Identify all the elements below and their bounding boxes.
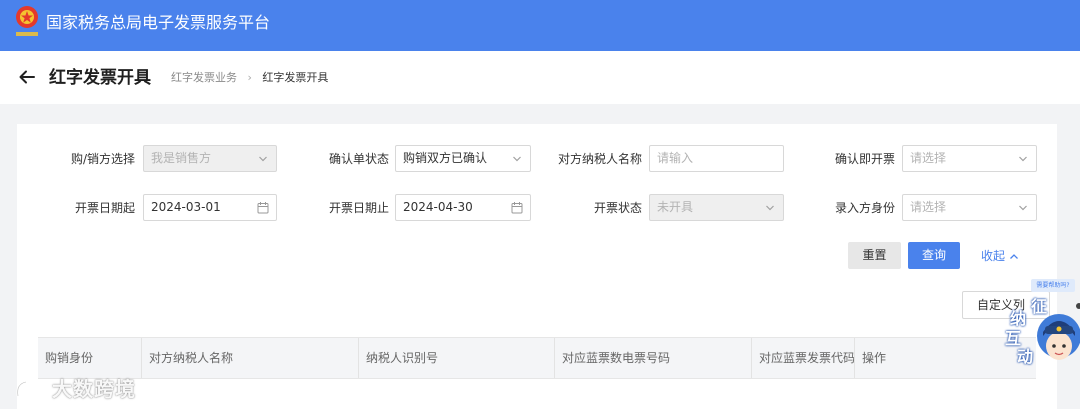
confirm-issue-label: 确认即开票 [834, 152, 895, 166]
tax-emblem-icon [16, 6, 38, 36]
entry-role-select[interactable]: 请选择 [902, 194, 1037, 221]
chevron-down-icon [1019, 156, 1027, 162]
watermark-logo-icon [16, 380, 49, 397]
mascot-char: 动 [1017, 347, 1034, 366]
chevron-down-icon [766, 205, 774, 211]
chevron-down-icon [513, 156, 521, 162]
issue-date-from-input[interactable]: 2024-03-01 [143, 194, 277, 221]
issue-date-to-value: 2024-04-30 [403, 200, 473, 214]
back-arrow-icon[interactable] [18, 68, 36, 86]
buyer-seller-value: 我是销售方 [151, 151, 212, 165]
counterparty-name-input[interactable]: 请输入 [649, 145, 784, 172]
issue-date-to-input[interactable]: 2024-04-30 [395, 194, 531, 221]
app-title: 国家税务总局电子发票服务平台 [46, 13, 271, 32]
chevron-right-icon: › [247, 71, 252, 84]
issue-status-value: 未开具 [657, 200, 694, 214]
issue-date-from-label: 开票日期起 [74, 201, 135, 215]
entry-role-label: 录入方身份 [834, 201, 895, 215]
confirm-issue-placeholder: 请选择 [910, 151, 947, 165]
column-header: 购销身份 [38, 338, 142, 378]
confirm-status-select[interactable]: 购销双方已确认 [395, 145, 531, 172]
watermark-text: 大数跨境 [52, 377, 136, 401]
top-bar: 国家税务总局电子发票服务平台 [0, 0, 1080, 51]
page-header: 红字发票开具 红字发票业务 › 红字发票开具 [0, 51, 1080, 104]
issue-date-to-label: 开票日期止 [328, 201, 389, 215]
mascot-char: 互 [1005, 329, 1022, 348]
table-header: 购销身份 对方纳税人名称 纳税人识别号 对应蓝票数电票号码 对应蓝票发票代码 操… [38, 337, 1036, 379]
mascot-char: 纳 [1010, 309, 1027, 328]
breadcrumb: 红字发票业务 › 红字发票开具 [171, 71, 328, 85]
issue-status-select[interactable]: 未开具 [649, 194, 784, 221]
chevron-down-icon [259, 156, 267, 162]
confirm-status-value: 购销双方已确认 [403, 151, 488, 165]
column-header: 对方纳税人名称 [142, 338, 359, 378]
column-header: 对应蓝票数电票号码 [555, 338, 752, 378]
confirm-status-label: 确认单状态 [328, 152, 389, 166]
buyer-seller-label: 购/销方选择 [70, 152, 135, 166]
mascot-char: 征 [1031, 297, 1048, 316]
column-header: 对应蓝票发票代码 [752, 338, 855, 378]
counterparty-name-placeholder: 请输入 [657, 151, 694, 165]
help-mascot[interactable]: 征 纳 互 动 [1003, 296, 1080, 368]
buyer-seller-select[interactable]: 我是销售方 [143, 145, 277, 172]
page-title: 红字发票开具 [49, 68, 151, 88]
calendar-icon [511, 202, 523, 214]
issue-date-from-value: 2024-03-01 [151, 200, 221, 214]
chevron-up-icon [1010, 253, 1018, 259]
breadcrumb-item[interactable]: 红字发票业务 [171, 71, 237, 84]
chevron-down-icon [1019, 205, 1027, 211]
confirm-issue-select[interactable]: 请选择 [902, 145, 1037, 172]
collapse-label: 收起 [981, 249, 1006, 263]
breadcrumb-current: 红字发票开具 [262, 71, 329, 84]
column-header: 纳税人识别号 [359, 338, 555, 378]
calendar-icon [257, 202, 269, 214]
entry-role-placeholder: 请选择 [910, 200, 947, 214]
reset-button[interactable]: 重置 [848, 242, 901, 269]
help-tooltip[interactable]: 需要帮助吗? [1031, 279, 1075, 292]
issue-status-label: 开票状态 [593, 201, 642, 215]
collapse-toggle[interactable]: 收起 [981, 248, 1019, 264]
query-button[interactable]: 查询 [908, 242, 960, 269]
counterparty-name-label: 对方纳税人名称 [557, 152, 642, 166]
